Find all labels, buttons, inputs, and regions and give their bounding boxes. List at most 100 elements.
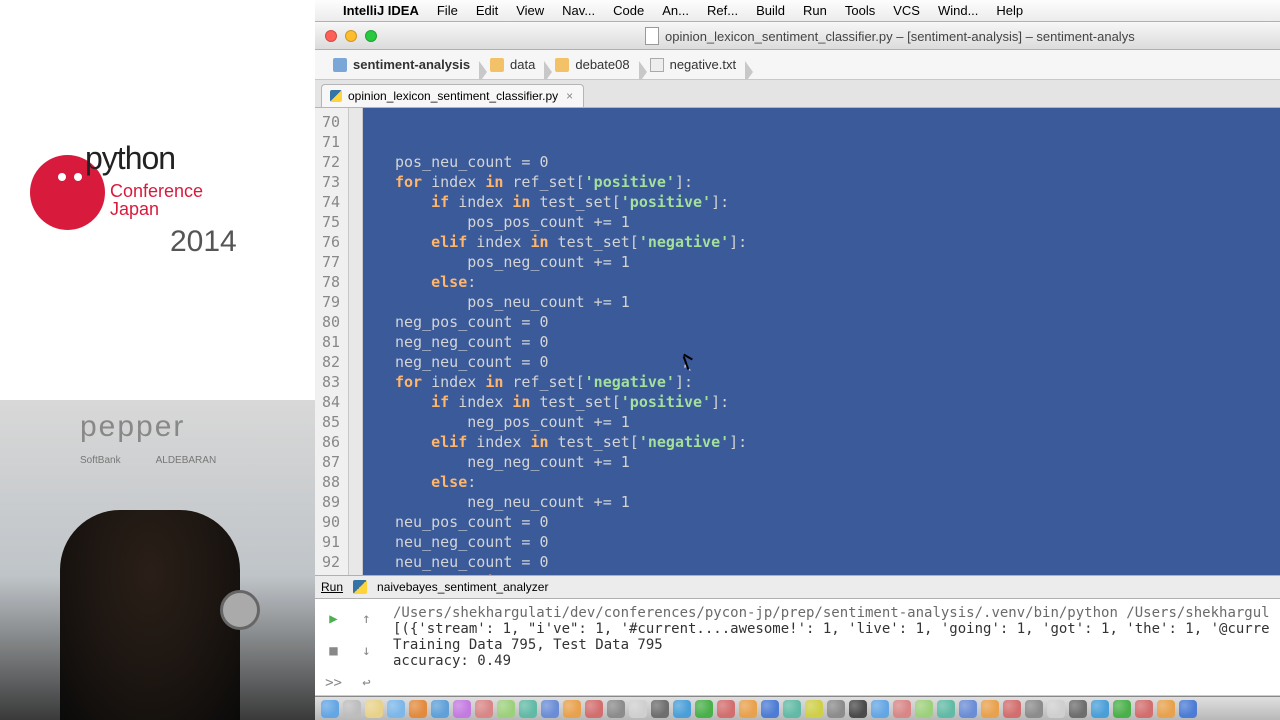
run-tool-window: ▶ ↑ ■ ↓ >> ↩ /Users/shekhargulati/dev/co… bbox=[315, 599, 1280, 696]
dock-app-icon[interactable] bbox=[343, 700, 361, 718]
dock-app-icon[interactable] bbox=[1091, 700, 1109, 718]
python-file-icon bbox=[353, 580, 367, 594]
dock-app-icon[interactable] bbox=[1069, 700, 1087, 718]
line-number: 71 bbox=[321, 132, 340, 152]
dock-app-icon[interactable] bbox=[1179, 700, 1197, 718]
dock-app-icon[interactable] bbox=[541, 700, 559, 718]
menu-help[interactable]: Help bbox=[996, 3, 1023, 18]
code-area[interactable]: pos_neu_count = 0for index in ref_set['p… bbox=[363, 108, 1280, 575]
scroll-up-button[interactable]: ↑ bbox=[352, 605, 381, 633]
code-line: elif index in test_set['negative']: bbox=[395, 232, 1280, 252]
dock-app-icon[interactable] bbox=[629, 700, 647, 718]
menu-analyze[interactable]: An... bbox=[662, 3, 689, 18]
code-editor[interactable]: 7071727374757677787980818283848586878889… bbox=[315, 108, 1280, 575]
breadcrumb-item[interactable]: debate08 bbox=[545, 57, 639, 72]
code-line: pos_neu_count += 1 bbox=[395, 292, 1280, 312]
dock-app-icon[interactable] bbox=[959, 700, 977, 718]
dock-app-icon[interactable] bbox=[673, 700, 691, 718]
dock-app-icon[interactable] bbox=[915, 700, 933, 718]
line-number: 75 bbox=[321, 212, 340, 232]
dock-app-icon[interactable] bbox=[893, 700, 911, 718]
code-line: if index in test_set['positive']: bbox=[395, 392, 1280, 412]
fold-column[interactable] bbox=[349, 108, 363, 575]
line-number: 78 bbox=[321, 272, 340, 292]
menu-code[interactable]: Code bbox=[613, 3, 644, 18]
dock-app-icon[interactable] bbox=[937, 700, 955, 718]
code-line: neg_neu_count = 0 bbox=[395, 352, 1280, 372]
dock-app-icon[interactable] bbox=[783, 700, 801, 718]
dock-app-icon[interactable] bbox=[1047, 700, 1065, 718]
menu-tools[interactable]: Tools bbox=[845, 3, 875, 18]
dock-app-icon[interactable] bbox=[651, 700, 669, 718]
dock-app-icon[interactable] bbox=[497, 700, 515, 718]
dock-app-icon[interactable] bbox=[607, 700, 625, 718]
dock-app-icon[interactable] bbox=[981, 700, 999, 718]
menu-view[interactable]: View bbox=[516, 3, 544, 18]
menu-vcs[interactable]: VCS bbox=[893, 3, 920, 18]
line-number: 91 bbox=[321, 532, 340, 552]
dock-app-icon[interactable] bbox=[453, 700, 471, 718]
run-label[interactable]: Run bbox=[321, 580, 343, 594]
output-line: accuracy: 0.49 bbox=[393, 653, 1272, 669]
dock-app-icon[interactable] bbox=[1025, 700, 1043, 718]
dock-app-icon[interactable] bbox=[827, 700, 845, 718]
dock-app-icon[interactable] bbox=[519, 700, 537, 718]
dock-app-icon[interactable] bbox=[717, 700, 735, 718]
zoom-window-button[interactable] bbox=[365, 30, 377, 42]
dock-app-icon[interactable] bbox=[805, 700, 823, 718]
line-number: 83 bbox=[321, 372, 340, 392]
menu-build[interactable]: Build bbox=[756, 3, 785, 18]
rerun-button[interactable]: ▶ bbox=[319, 605, 348, 633]
breadcrumb-item[interactable]: data bbox=[480, 57, 545, 72]
dock-app-icon[interactable] bbox=[761, 700, 779, 718]
dock-app-icon[interactable] bbox=[409, 700, 427, 718]
stop-button[interactable]: ■ bbox=[319, 637, 348, 665]
dock-app-icon[interactable] bbox=[387, 700, 405, 718]
line-number: 87 bbox=[321, 452, 340, 472]
code-line: pos_neu_count = 0 bbox=[395, 152, 1280, 172]
breadcrumb-item[interactable]: negative.txt bbox=[640, 57, 747, 72]
dock-app-icon[interactable] bbox=[1157, 700, 1175, 718]
soft-wrap-button[interactable]: ↩ bbox=[352, 669, 381, 697]
mouse-cursor-icon: ↖ bbox=[683, 356, 699, 372]
close-tab-button[interactable]: × bbox=[564, 89, 575, 103]
dock-app-icon[interactable] bbox=[739, 700, 757, 718]
folder-icon bbox=[555, 58, 569, 72]
dock-app-icon[interactable] bbox=[1003, 700, 1021, 718]
text-file-icon bbox=[650, 58, 664, 72]
dock-app-icon[interactable] bbox=[365, 700, 383, 718]
editor-tab[interactable]: opinion_lexicon_sentiment_classifier.py … bbox=[321, 84, 584, 107]
file-icon bbox=[645, 27, 659, 45]
menu-refactor[interactable]: Ref... bbox=[707, 3, 738, 18]
close-window-button[interactable] bbox=[325, 30, 337, 42]
minimize-window-button[interactable] bbox=[345, 30, 357, 42]
menu-window[interactable]: Wind... bbox=[938, 3, 978, 18]
dock-app-icon[interactable] bbox=[871, 700, 889, 718]
scroll-down-button[interactable]: ↓ bbox=[352, 637, 381, 665]
dock-app-icon[interactable] bbox=[475, 700, 493, 718]
menu-edit[interactable]: Edit bbox=[476, 3, 498, 18]
dock-app-icon[interactable] bbox=[431, 700, 449, 718]
dock-app-icon[interactable] bbox=[849, 700, 867, 718]
breadcrumb-label: debate08 bbox=[575, 57, 629, 72]
code-line: pos_neg_count += 1 bbox=[395, 252, 1280, 272]
run-controls: ▶ ↑ ■ ↓ >> ↩ bbox=[315, 599, 385, 695]
dock-app-icon[interactable] bbox=[585, 700, 603, 718]
dock-app-icon[interactable] bbox=[1113, 700, 1131, 718]
dock-app-icon[interactable] bbox=[1135, 700, 1153, 718]
line-number-gutter: 7071727374757677787980818283848586878889… bbox=[315, 108, 349, 575]
menu-file[interactable]: File bbox=[437, 3, 458, 18]
dock-app-icon[interactable] bbox=[695, 700, 713, 718]
dock-app-icon[interactable] bbox=[321, 700, 339, 718]
line-number: 72 bbox=[321, 152, 340, 172]
app-menu[interactable]: IntelliJ IDEA bbox=[343, 3, 419, 18]
console-prompt[interactable]: >> bbox=[319, 669, 348, 697]
run-output[interactable]: /Users/shekhargulati/dev/conferences/pyc… bbox=[385, 599, 1280, 695]
line-number: 86 bbox=[321, 432, 340, 452]
dock-app-icon[interactable] bbox=[563, 700, 581, 718]
menu-navigate[interactable]: Nav... bbox=[562, 3, 595, 18]
menu-run[interactable]: Run bbox=[803, 3, 827, 18]
run-tool-header[interactable]: Run naivebayes_sentiment_analyzer bbox=[315, 575, 1280, 599]
breadcrumb-item[interactable]: sentiment-analysis bbox=[323, 57, 480, 72]
output-line: Training Data 795, Test Data 795 bbox=[393, 637, 1272, 653]
